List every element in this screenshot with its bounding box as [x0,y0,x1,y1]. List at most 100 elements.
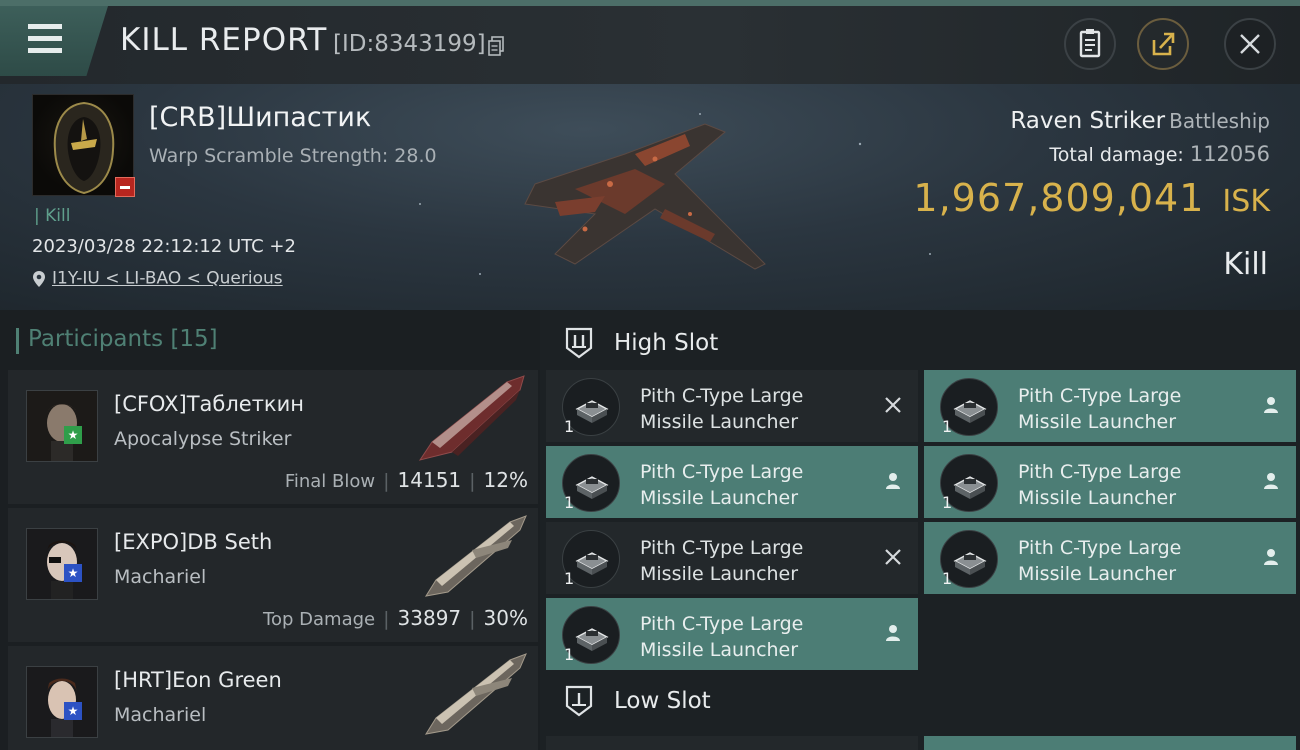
module-name-line1: Pith C-Type Large [1018,385,1182,407]
participant-card[interactable]: ★ [CFOX]Таблеткин Apocalypse Striker Fin… [8,370,538,504]
module-quantity: 1 [942,493,953,512]
low-slot-title: Low Slot [614,688,711,714]
module-name-line1: Pith C-Type Large [640,385,804,407]
ship-class: Battleship [1169,109,1270,133]
top-bar: KILL REPORT [ID:8343199] [0,0,1300,84]
corp-standing-icon: ★ [64,702,82,720]
participant-damage: 33897 [397,606,462,630]
location-text: I1Y-IU < LI-BAO < Querious [52,268,283,289]
corp-standing-icon: ★ [64,426,82,444]
participant-card[interactable]: ★ [HRT]Eon Green Machariel [8,646,538,750]
high-slot-header: High Slot [540,314,1300,372]
low-slot-module[interactable] [924,736,1296,750]
dropped-person-icon [1264,549,1278,565]
module-name: Pith C-Type Large Missile Launcher [640,535,870,587]
module-name: Pith C-Type Large Missile Launcher [1018,459,1248,511]
victim-name[interactable]: [CRB]Шипастик [149,102,371,133]
isk-value: 1,967,809,041 ISK [913,176,1270,220]
participant-percent: 30% [483,606,528,630]
kill-result-label: Kill [1223,247,1268,282]
high-slot-module[interactable]: 1 Pith C-Type Large Missile Launcher [924,446,1296,518]
participant-ship-image [424,653,527,735]
module-name-line1: Pith C-Type Large [1018,461,1182,483]
participant-name: [HRT]Eon Green [114,668,282,692]
module-name-line1: Pith C-Type Large [1018,537,1182,559]
participant-ship: Machariel [114,566,207,588]
high-slot-icon [565,327,593,359]
module-name-line2: Missile Launcher [640,639,799,661]
module-quantity: 1 [564,569,575,588]
report-button[interactable] [1064,18,1116,70]
menu-button[interactable] [0,6,108,76]
victim-ship[interactable]: Raven Striker Battleship [1010,108,1270,134]
menu-icon-bar [28,36,62,41]
module-name: Pith C-Type Large Missile Launcher [1018,383,1248,435]
warp-scramble-strength: Warp Scramble Strength: 28.0 [149,145,437,167]
module-quantity: 1 [564,645,575,664]
participant-name: [EXPO]DB Seth [114,530,273,554]
low-slot-header: Low Slot [540,672,1300,730]
module-name-line1: Pith C-Type Large [640,461,804,483]
participant-stats: Top Damage | 33897 | 30% [263,606,528,630]
module-name-line2: Missile Launcher [1018,563,1177,585]
share-button[interactable] [1137,18,1189,70]
high-slot-module[interactable]: 1 Pith C-Type Large Missile Launcher [546,446,918,518]
participant-ship-image [418,375,525,461]
module-quantity: 1 [942,569,953,588]
high-slot-module[interactable]: 1 Pith C-Type Large Missile Launcher [546,598,918,670]
clipboard-icon [1079,29,1101,58]
close-button[interactable] [1224,18,1276,70]
dropped-person-icon [886,625,900,641]
share-icon [1152,32,1175,56]
module-name: Pith C-Type Large Missile Launcher [1018,535,1248,587]
low-slot-icon [565,685,593,717]
module-name-line1: Pith C-Type Large [640,613,804,635]
module-name: Pith C-Type Large Missile Launcher [640,459,870,511]
kill-tag: | Kill [34,206,71,226]
kill-location-link[interactable]: I1Y-IU < LI-BAO < Querious [32,268,283,289]
participant-damage: 14151 [397,468,462,492]
high-slot-module[interactable]: 1 Pith C-Type Large Missile Launcher [546,522,918,594]
high-slot-module[interactable]: 1 Pith C-Type Large Missile Launcher [546,370,918,442]
victim-header: [CRB]Шипастик Warp Scramble Strength: 28… [0,84,1300,310]
dropped-person-icon [886,473,900,489]
kill-datetime: 2023/03/28 22:12:12 UTC +2 [32,236,296,257]
avatar [26,528,98,600]
module-name-line2: Missile Launcher [640,563,799,585]
participant-stats: Final Blow | 14151 | 12% [284,468,528,492]
close-icon [1240,34,1260,54]
module-name: Pith C-Type Large Missile Launcher [640,611,870,663]
module-name-line2: Missile Launcher [640,411,799,433]
participants-panel: Participants [15] ★ [CFOX]Таблеткин Apoc… [0,310,540,750]
participants-title: Participants [15] [16,326,218,354]
ship-name: Raven Striker [1010,108,1166,134]
participant-stat-label: Final Blow [284,471,376,492]
avatar [26,666,98,738]
module-name-line2: Missile Launcher [1018,487,1177,509]
menu-icon-bar [28,48,62,53]
hostile-standing-badge [115,177,135,197]
participant-percent: 12% [483,468,528,492]
module-quantity: 1 [942,417,953,436]
total-damage: Total damage: 112056 [1049,142,1270,166]
isk-unit: ISK [1222,184,1270,219]
module-quantity: 1 [564,417,575,436]
ship-render [524,123,766,270]
total-damage-label: Total damage: [1049,144,1184,166]
high-slot-module[interactable]: 1 Pith C-Type Large Missile Launcher [924,370,1296,442]
location-pin-icon [33,270,45,287]
participant-ship-image [424,515,527,597]
dropped-person-icon [1264,473,1278,489]
low-slot-module[interactable] [546,736,918,750]
avatar [26,390,98,462]
menu-icon [28,24,62,29]
copy-icon[interactable] [488,36,504,56]
high-slot-title: High Slot [614,330,719,356]
page-title: KILL REPORT [120,22,328,58]
destroyed-x-icon [885,549,901,565]
module-name-line2: Missile Launcher [1018,411,1177,433]
participant-card[interactable]: ★ [EXPO]DB Seth Machariel Top Damage | 338… [8,508,538,642]
fitting-panel: High Slot 1 Pith C-Type Large Missile Laun… [540,310,1300,750]
module-name: Pith C-Type Large Missile Launcher [640,383,870,435]
high-slot-module[interactable]: 1 Pith C-Type Large Missile Launcher [924,522,1296,594]
